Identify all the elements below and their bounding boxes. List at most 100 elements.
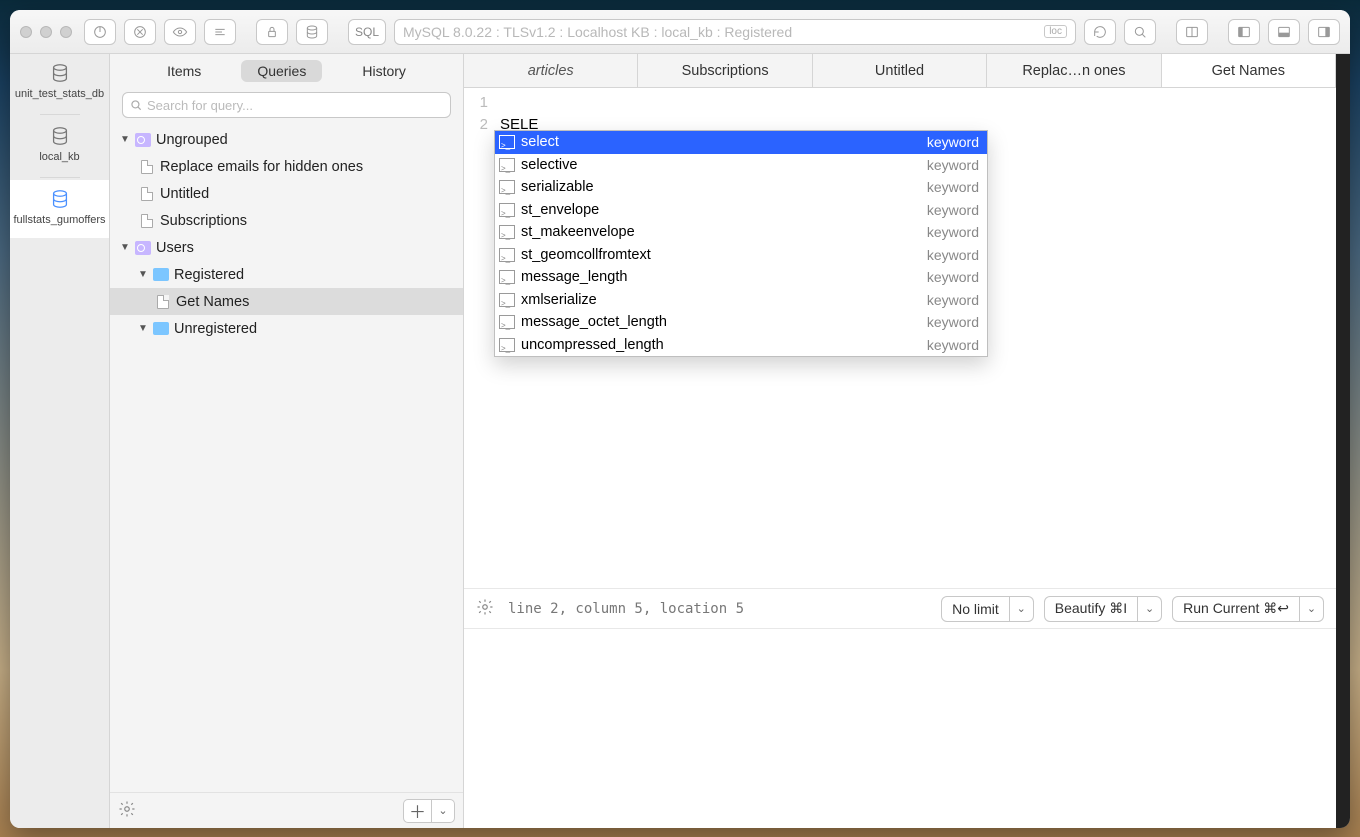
- panel-right-button[interactable]: [1308, 19, 1340, 45]
- keyword-icon: [499, 135, 515, 149]
- search-button[interactable]: [1124, 19, 1156, 45]
- panel-left-button[interactable]: [1228, 19, 1260, 45]
- results-area: [464, 629, 1336, 828]
- search-input[interactable]: [147, 98, 444, 113]
- keyword-icon: [499, 225, 515, 239]
- keyword-icon: [499, 338, 515, 352]
- autocomplete-item[interactable]: uncompressed_lengthkeyword: [495, 334, 987, 357]
- gear-icon[interactable]: [118, 800, 136, 821]
- sql-button[interactable]: SQL: [348, 19, 386, 45]
- tree-item-get-names[interactable]: Get Names: [110, 288, 463, 315]
- disclosure-icon: ▼: [138, 323, 148, 334]
- doc-tab-articles[interactable]: articles: [464, 54, 638, 87]
- autocomplete-item[interactable]: serializablekeyword: [495, 176, 987, 199]
- keyword-icon: [499, 315, 515, 329]
- rail-db-2[interactable]: fullstats_gumoffers: [10, 180, 109, 238]
- autocomplete-kind: keyword: [927, 199, 979, 221]
- tree-label: Users: [156, 240, 194, 256]
- file-icon: [141, 214, 153, 228]
- autocomplete-kind: keyword: [927, 221, 979, 243]
- panel-bottom-button[interactable]: [1268, 19, 1300, 45]
- autocomplete-item[interactable]: st_makeenvelopekeyword: [495, 221, 987, 244]
- right-collapsed-panel[interactable]: [1336, 54, 1350, 828]
- sidebar-footer: ＋ ⌄: [110, 792, 463, 828]
- connection-path-field[interactable]: MySQL 8.0.22 : TLSv1.2 : Localhost KB : …: [394, 19, 1076, 45]
- add-button[interactable]: ＋: [403, 799, 431, 823]
- code-line-1: [500, 92, 1336, 114]
- beautify-button[interactable]: Beautify ⌘I: [1044, 596, 1138, 622]
- file-icon: [141, 187, 153, 201]
- autocomplete-item[interactable]: selectkeyword: [495, 131, 987, 154]
- layout-columns-button[interactable]: [1176, 19, 1208, 45]
- autocomplete-item[interactable]: st_geomcollfromtextkeyword: [495, 244, 987, 267]
- keyword-icon: [499, 293, 515, 307]
- tree-label: Get Names: [176, 294, 249, 310]
- rail-separator: [40, 114, 80, 115]
- code-editor[interactable]: 1 2 SELE selectkeywordselectivekeywordse…: [464, 88, 1336, 588]
- tab-items[interactable]: Items: [151, 60, 217, 82]
- tab-queries[interactable]: Queries: [241, 60, 322, 82]
- add-menu-button[interactable]: ⌄: [431, 799, 455, 823]
- doc-tab-replace[interactable]: Replac…n ones: [987, 54, 1161, 87]
- autocomplete-item[interactable]: xmlserializekeyword: [495, 289, 987, 312]
- close-window-button[interactable]: [20, 26, 32, 38]
- minimize-window-button[interactable]: [40, 26, 52, 38]
- power-button[interactable]: [84, 19, 116, 45]
- folder-icon: [153, 322, 169, 335]
- autocomplete-item[interactable]: message_octet_lengthkeyword: [495, 311, 987, 334]
- autocomplete-popup: selectkeywordselectivekeywordserializabl…: [494, 130, 988, 357]
- tab-history[interactable]: History: [346, 60, 422, 82]
- autocomplete-kind: keyword: [927, 176, 979, 198]
- rail-separator: [40, 177, 80, 178]
- stop-button[interactable]: [124, 19, 156, 45]
- loc-tag: loc: [1044, 25, 1067, 38]
- lock-button[interactable]: [256, 19, 288, 45]
- beautify-menu-button[interactable]: ⌄: [1138, 596, 1162, 622]
- autocomplete-item[interactable]: message_lengthkeyword: [495, 266, 987, 289]
- database-icon: [49, 188, 71, 210]
- editor-area: 1 2 SELE selectkeywordselectivekeywordse…: [464, 88, 1336, 629]
- autocomplete-keyword: message_length: [521, 266, 927, 288]
- autocomplete-keyword: selective: [521, 154, 927, 176]
- autocomplete-kind: keyword: [927, 131, 979, 153]
- search-box[interactable]: [122, 92, 451, 118]
- limit-menu-button[interactable]: ⌄: [1010, 596, 1034, 622]
- autocomplete-item[interactable]: st_envelopekeyword: [495, 199, 987, 222]
- disclosure-icon: ▼: [120, 134, 130, 145]
- keyword-icon: [499, 270, 515, 284]
- doc-tab-get-names[interactable]: Get Names: [1162, 54, 1336, 87]
- gutter: 1 2: [464, 88, 494, 588]
- doc-tab-subscriptions[interactable]: Subscriptions: [638, 54, 812, 87]
- db-button[interactable]: [296, 19, 328, 45]
- rail-db-label: unit_test_stats_db: [15, 88, 104, 100]
- eye-button[interactable]: [164, 19, 196, 45]
- folder-icon: [135, 241, 151, 255]
- tree-group-ungrouped[interactable]: ▼ Ungrouped: [110, 126, 463, 153]
- run-button[interactable]: Run Current ⌘↩: [1172, 596, 1300, 622]
- tree-group-users[interactable]: ▼ Users: [110, 234, 463, 261]
- tree-label: Ungrouped: [156, 132, 228, 148]
- disclosure-icon: ▼: [138, 269, 148, 280]
- autocomplete-keyword: st_makeenvelope: [521, 221, 927, 243]
- run-menu-button[interactable]: ⌄: [1300, 596, 1324, 622]
- tree-label: Replace emails for hidden ones: [160, 159, 363, 175]
- rail-db-1[interactable]: local_kb: [10, 117, 109, 175]
- refresh-button[interactable]: [1084, 19, 1116, 45]
- run-button-group: Run Current ⌘↩ ⌄: [1172, 596, 1324, 622]
- keyword-icon: [499, 180, 515, 194]
- code-body[interactable]: SELE selectkeywordselectivekeywordserial…: [494, 88, 1336, 588]
- limit-button[interactable]: No limit: [941, 596, 1010, 622]
- lines-button[interactable]: [204, 19, 236, 45]
- tree-item-untitled[interactable]: Untitled: [110, 180, 463, 207]
- tree-label: Untitled: [160, 186, 209, 202]
- autocomplete-keyword: select: [521, 131, 927, 153]
- doc-tab-untitled[interactable]: Untitled: [813, 54, 987, 87]
- tree-item-subscriptions[interactable]: Subscriptions: [110, 207, 463, 234]
- tree-subgroup-unregistered[interactable]: ▼ Unregistered: [110, 315, 463, 342]
- gear-icon[interactable]: [476, 598, 494, 619]
- zoom-window-button[interactable]: [60, 26, 72, 38]
- tree-item-replace-emails[interactable]: Replace emails for hidden ones: [110, 153, 463, 180]
- rail-db-0[interactable]: unit_test_stats_db: [10, 54, 109, 112]
- autocomplete-item[interactable]: selectivekeyword: [495, 154, 987, 177]
- tree-subgroup-registered[interactable]: ▼ Registered: [110, 261, 463, 288]
